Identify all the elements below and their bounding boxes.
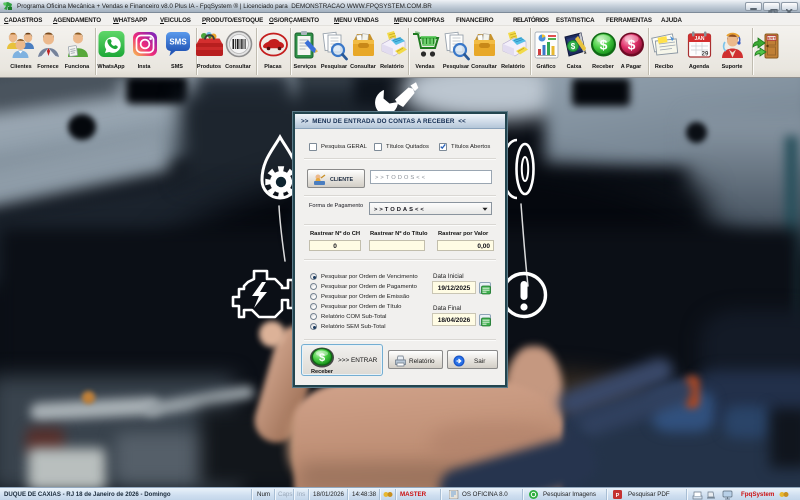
svg-text:$: $: [319, 352, 325, 364]
svg-text:29: 29: [702, 52, 709, 58]
svg-text:$: $: [628, 37, 636, 53]
svg-text:$: $: [600, 37, 608, 53]
svg-text:P: P: [616, 493, 620, 499]
svg-text:EXIT: EXIT: [768, 37, 777, 41]
svg-text:$: $: [571, 42, 576, 51]
svg-text:SMS: SMS: [169, 38, 187, 47]
svg-text:JAN: JAN: [694, 36, 704, 42]
